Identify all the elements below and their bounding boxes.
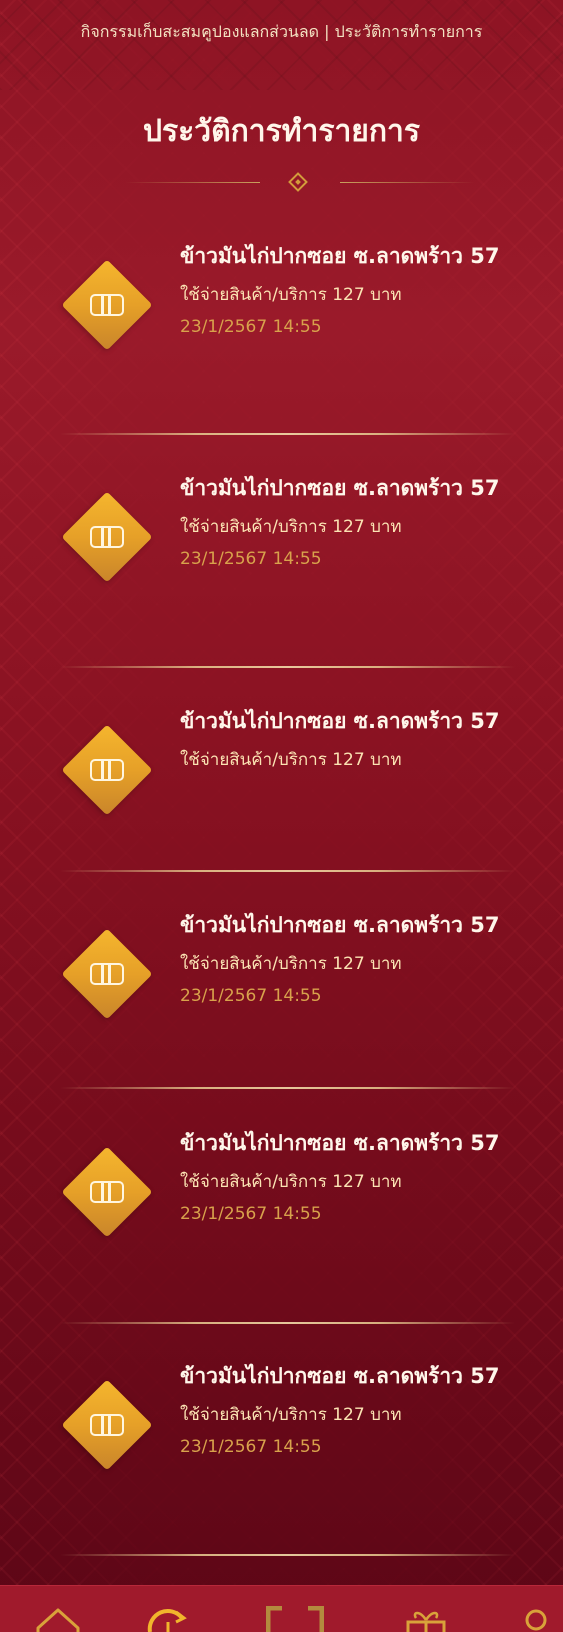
- transaction-title: ข้าวมันไก่ปากซอย ซ.ลาดพร้าว 57: [180, 913, 500, 937]
- transaction-item[interactable]: ข้าวมันไก่ปากซอย ซ.ลาดพร้าว 57 ใช้จ่ายสิ…: [60, 1356, 515, 1556]
- coupon-ticket-icon: [61, 1146, 153, 1238]
- transaction-description: ใช้จ่ายสินค้า/บริการ 127 บาท: [180, 954, 402, 974]
- transaction-date: 23/1/2567 14:55: [180, 549, 322, 569]
- transaction-item[interactable]: ข้าวมันไก่ปากซอย ซ.ลาดพร้าว 57 ใช้จ่ายสิ…: [60, 1123, 515, 1324]
- transaction-item[interactable]: ข้าวมันไก่ปากซอย ซ.ลาดพร้าว 57 ใช้จ่ายสิ…: [60, 701, 515, 872]
- transaction-title: ข้าวมันไก่ปากซอย ซ.ลาดพร้าว 57: [180, 476, 500, 500]
- item-separator: [60, 1087, 515, 1089]
- item-separator: [60, 1322, 515, 1324]
- coupon-ticket-icon: [61, 928, 153, 1020]
- item-separator: [60, 1554, 515, 1556]
- title-divider: [125, 172, 475, 194]
- coupon-ticket-icon: [61, 1379, 153, 1471]
- transaction-description: ใช้จ่ายสินค้า/บริการ 127 บาท: [180, 517, 402, 537]
- page-title: ประวัติการทำรายการ: [142, 114, 420, 149]
- coupon-ticket-icon: [61, 491, 153, 583]
- transaction-description: ใช้จ่ายสินค้า/บริการ 127 บาท: [180, 1405, 402, 1425]
- divider-diamond-icon: [288, 172, 308, 192]
- item-separator: [60, 870, 515, 872]
- scan-icon[interactable]: [266, 1606, 324, 1632]
- transaction-item[interactable]: ข้าวมันไก่ปากซอย ซ.ลาดพร้าว 57 ใช้จ่ายสิ…: [60, 468, 515, 668]
- transaction-description: ใช้จ่ายสินค้า/บริการ 127 บาท: [180, 1172, 402, 1192]
- transaction-date: 23/1/2567 14:55: [180, 1437, 322, 1457]
- item-separator: [60, 433, 515, 435]
- breadcrumb: กิจกรรมเก็บสะสมคูปองแลกส่วนลด | ประวัติก…: [80, 22, 483, 41]
- coupon-ticket-icon: [61, 259, 153, 351]
- transaction-description: ใช้จ่ายสินค้า/บริการ 127 บาท: [180, 285, 402, 305]
- transaction-date: 23/1/2567 14:55: [180, 317, 322, 337]
- transaction-item[interactable]: ข้าวมันไก่ปากซอย ซ.ลาดพร้าว 57 ใช้จ่ายสิ…: [60, 236, 515, 435]
- transaction-title: ข้าวมันไก่ปากซอย ซ.ลาดพร้าว 57: [180, 244, 500, 268]
- transaction-date: 23/1/2567 14:55: [180, 1204, 322, 1224]
- history-icon[interactable]: [146, 1606, 187, 1632]
- transaction-title: ข้าวมันไก่ปากซอย ซ.ลาดพร้าว 57: [180, 1131, 500, 1155]
- transaction-description: ใช้จ่ายสินค้า/บริการ 127 บาท: [180, 750, 402, 770]
- header-pattern: [0, 0, 563, 90]
- item-separator: [60, 666, 515, 668]
- divider-line-left: [125, 182, 260, 183]
- home-icon[interactable]: [36, 1606, 80, 1632]
- transaction-title: ข้าวมันไก่ปากซอย ซ.ลาดพร้าว 57: [180, 709, 500, 733]
- divider-line-right: [340, 182, 475, 183]
- gift-icon[interactable]: [404, 1606, 446, 1632]
- transaction-date: 23/1/2567 14:55: [180, 986, 322, 1006]
- profile-icon[interactable]: [522, 1606, 552, 1632]
- bottom-nav: [0, 1585, 563, 1632]
- transaction-item[interactable]: ข้าวมันไก่ปากซอย ซ.ลาดพร้าว 57 ใช้จ่ายสิ…: [60, 905, 515, 1089]
- transaction-title: ข้าวมันไก่ปากซอย ซ.ลาดพร้าว 57: [180, 1364, 500, 1388]
- coupon-ticket-icon: [61, 724, 153, 816]
